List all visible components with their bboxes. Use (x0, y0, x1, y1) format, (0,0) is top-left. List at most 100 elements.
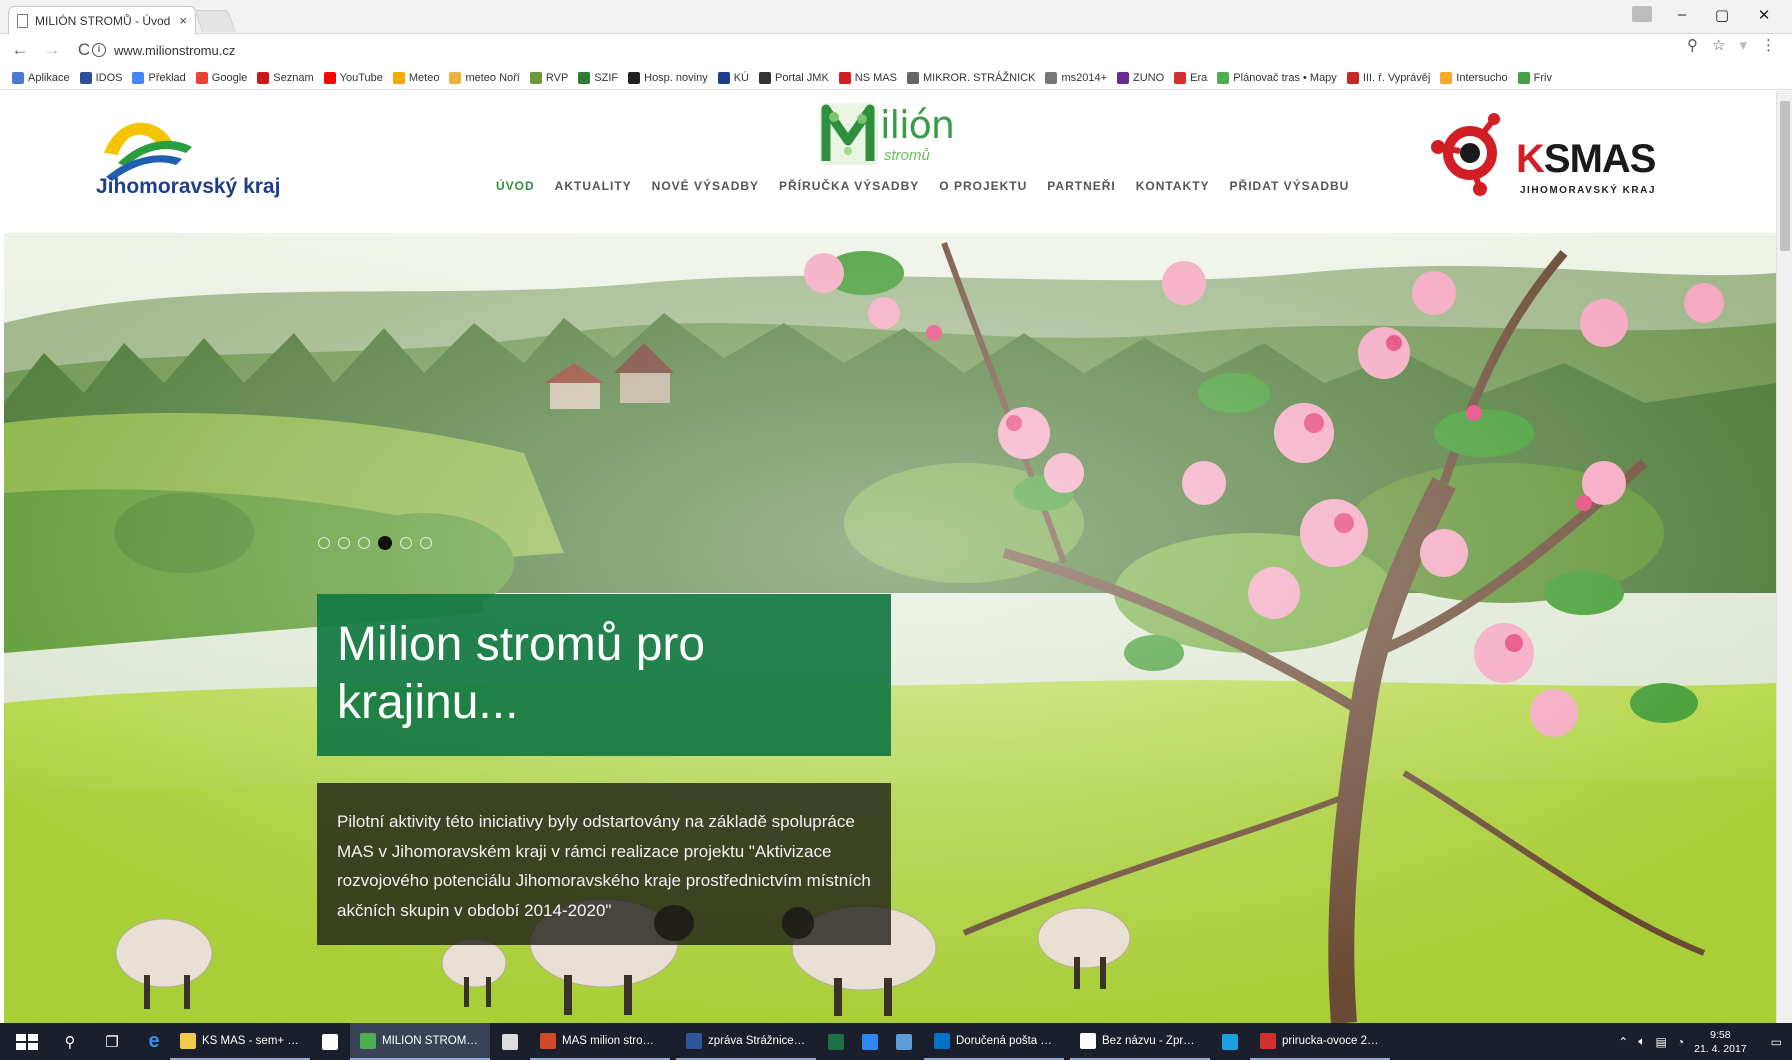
new-tab-button[interactable] (193, 10, 237, 32)
taskbar-app[interactable] (890, 1023, 918, 1060)
tab-title: MILIÓN STROMŮ - Úvod (35, 13, 171, 28)
bookmark-icon (1045, 71, 1058, 84)
slider-dot[interactable] (400, 537, 412, 549)
bookmark-item[interactable]: ZUNO (1117, 71, 1164, 84)
bookmark-icon (195, 71, 208, 84)
profile-icon[interactable] (1632, 6, 1652, 22)
restore-button[interactable]: ▢ (1702, 6, 1742, 24)
taskbar-app-label: Doručená pošta - v... (956, 1034, 1054, 1047)
taskbar-app[interactable]: prirucka-ovoce 2str... (1250, 1023, 1390, 1060)
browser-tab[interactable]: MILIÓN STROMŮ - Úvod × (8, 6, 196, 34)
zoom-icon[interactable]: ⚲ (1687, 36, 1698, 54)
ksmas-logo[interactable] (1428, 111, 1508, 197)
hero-slider[interactable]: Milion stromů pro krajinu... Pilotní akt… (4, 233, 1776, 1023)
extension-icon[interactable]: ▾ (1739, 36, 1747, 54)
app-icon (828, 1033, 844, 1050)
search-icon[interactable]: ⚲ (60, 1032, 80, 1052)
taskbar-app[interactable]: KS MAS - sem+ ov... (170, 1023, 310, 1060)
forward-button[interactable]: → (40, 38, 64, 62)
taskbar-app[interactable] (856, 1023, 884, 1060)
app-icon (322, 1033, 338, 1050)
slider-dot[interactable] (338, 537, 350, 549)
nav-item[interactable]: NOVÉ VÝSADBY (652, 179, 759, 193)
taskbar-app[interactable]: MILIÓN STROMŮ - ... (350, 1023, 490, 1060)
bookmark-item[interactable]: RVP (529, 71, 568, 84)
bookmark-item[interactable]: III. ř. Vyprávěj (1346, 71, 1430, 84)
bookmark-icon (1440, 71, 1453, 84)
taskbar-app-label: KS MAS - sem+ ov... (202, 1034, 300, 1047)
bookmark-item[interactable]: Plánovač tras • Mapy (1217, 71, 1337, 84)
slider-dot[interactable] (378, 536, 392, 550)
network-icon[interactable]: ▤ (1656, 1035, 1667, 1049)
bookmark-item[interactable]: Překlad (132, 71, 186, 84)
bookmark-label: ms2014+ (1061, 71, 1107, 84)
start-button[interactable] (16, 1033, 38, 1050)
bookmark-icon (392, 71, 405, 84)
taskbar-app[interactable] (496, 1023, 524, 1060)
nav-item[interactable]: PŘIDAT VÝSADBU (1230, 179, 1350, 193)
address-bar[interactable]: i www.milionstromu.cz (92, 38, 1712, 62)
slider-dot[interactable] (358, 537, 370, 549)
bookmark-icon (257, 71, 270, 84)
omnibox-actions: ⚲ ☆ ▾ ⋮ (1687, 36, 1776, 54)
taskbar-app[interactable] (1216, 1023, 1244, 1060)
nav-item[interactable]: AKTUALITY (555, 179, 632, 193)
bookmark-item[interactable]: KÚ (717, 71, 749, 84)
taskbar-app[interactable] (822, 1023, 850, 1060)
hero-text: Pilotní aktivity této iniciativy byly od… (337, 812, 871, 920)
bookmark-icon (79, 71, 92, 84)
taskbar-apps: KS MAS - sem+ ov... MILIÓN STROMŮ - ... MA… (164, 1023, 1390, 1060)
bookmark-item[interactable]: ms2014+ (1045, 71, 1107, 84)
bookmark-item[interactable]: Hosp. noviny (628, 71, 708, 84)
clock[interactable]: 9:58 21. 4. 2017 (1694, 1028, 1747, 1056)
site-info-icon[interactable]: i (92, 43, 106, 57)
star-icon[interactable]: ☆ (1712, 36, 1725, 54)
back-button[interactable]: ← (8, 38, 32, 62)
taskbar-app[interactable]: Bez názvu - Zpráva ... (1070, 1023, 1210, 1060)
bookmark-item[interactable]: Google (195, 71, 247, 84)
slider-dot[interactable] (420, 537, 432, 549)
bookmark-item[interactable]: Intersucho (1440, 71, 1508, 84)
wifi-icon[interactable]: ◔ (1677, 1035, 1684, 1049)
taskbar-app-label: MAS milion stromu... (562, 1034, 660, 1047)
slider-dot[interactable] (318, 537, 330, 549)
volume-icon[interactable]: 🔈︎ (1638, 1034, 1645, 1049)
taskbar-app[interactable]: MAS milion stromu... (530, 1023, 670, 1060)
nav-item[interactable]: PARTNEŘI (1047, 179, 1115, 193)
bookmark-item[interactable]: Aplikace (12, 71, 70, 84)
bookmark-item[interactable]: YouTube (323, 71, 383, 84)
bookmark-item[interactable]: Portal JMK (759, 71, 829, 84)
nav-item[interactable]: PŘÍRUČKA VÝSADBY (779, 179, 919, 193)
edge-icon[interactable]: e (144, 1030, 164, 1052)
bookmark-item[interactable]: IDOS (79, 71, 122, 84)
page-scrollbar[interactable] (1776, 91, 1792, 1023)
bookmark-item[interactable]: Era (1174, 71, 1207, 84)
hero-title: Milion stromů pro krajinu... (337, 618, 706, 729)
bookmark-item[interactable]: Seznam (257, 71, 314, 84)
web-page: Jihomoravský kraj ilión stromů ÚVOD AKTUA… (0, 91, 1776, 1023)
bookmark-label: meteo Noří (465, 71, 520, 84)
taskbar-app[interactable]: Doručená pošta - v... (924, 1023, 1064, 1060)
minimize-button[interactable]: – (1662, 6, 1702, 23)
scrollbar-thumb[interactable] (1780, 101, 1790, 251)
bookmark-item[interactable]: MIKROR. STRÁŽNICK (906, 71, 1036, 84)
taskbar-app[interactable]: zpráva Strážnice-úv... (676, 1023, 816, 1060)
close-window-button[interactable]: ✕ (1744, 6, 1784, 24)
bookmark-label: Portal JMK (775, 71, 829, 84)
notifications-icon[interactable]: ▭ (1771, 1035, 1782, 1049)
bookmark-item[interactable]: NS MAS (838, 71, 897, 84)
close-tab-icon[interactable]: × (179, 13, 187, 28)
bookmark-item[interactable]: Meteo (392, 71, 439, 84)
task-view-icon[interactable]: ❐ (102, 1032, 122, 1052)
bookmark-item[interactable]: SZIF (578, 71, 618, 84)
tray-chevron-icon[interactable]: ⌃ (1618, 1035, 1628, 1049)
nav-item[interactable]: KONTAKTY (1136, 179, 1210, 193)
nav-item[interactable]: ÚVOD (496, 179, 535, 193)
bookmark-label: MIKROR. STRÁŽNICK (922, 71, 1036, 84)
taskbar-app[interactable] (316, 1023, 344, 1060)
app-icon (540, 1032, 556, 1049)
nav-item[interactable]: O PROJEKTU (939, 179, 1027, 193)
bookmark-item[interactable]: meteo Noří (449, 71, 520, 84)
menu-icon[interactable]: ⋮ (1761, 36, 1776, 54)
bookmark-item[interactable]: Friv (1517, 71, 1552, 84)
